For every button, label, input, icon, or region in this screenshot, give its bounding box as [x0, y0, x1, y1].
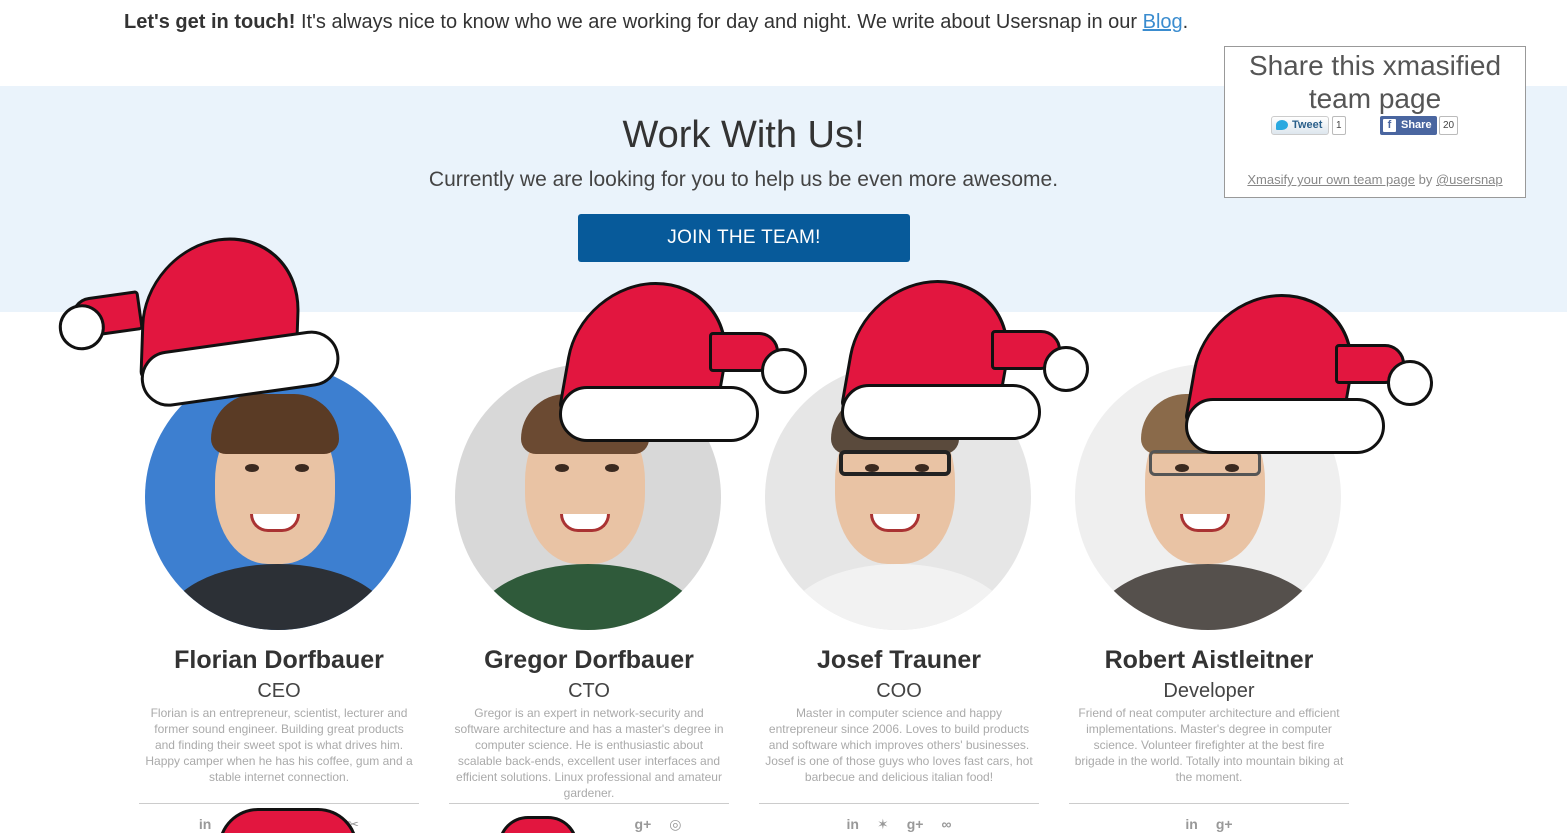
member-role: CEO: [257, 680, 301, 702]
linkedin-icon[interactable]: in: [847, 816, 859, 833]
github-icon[interactable]: ◎: [669, 816, 681, 833]
member-name: Josef Trauner: [817, 646, 981, 674]
contact-intro: Let's get in touch! It's always nice to …: [124, 11, 1188, 34]
team-card: Robert Aistleitner Developer Friend of n…: [1069, 250, 1433, 833]
member-name: Gregor Dorfbauer: [484, 646, 694, 674]
intro-text: It's always nice to know who we are work…: [295, 11, 1143, 33]
blog-link[interactable]: Blog: [1143, 11, 1183, 33]
social-links: in g+: [1069, 816, 1349, 832]
member-bio: Master in computer science and happy ent…: [765, 706, 1033, 784]
card-divider: [759, 803, 1039, 804]
member-role: COO: [876, 680, 922, 702]
google-plus-icon[interactable]: g+: [907, 816, 924, 833]
intro-heading: Let's get in touch!: [124, 11, 296, 33]
intro-end: .: [1182, 11, 1189, 33]
fb-share-count: 20: [1439, 116, 1459, 135]
tweet-count: 1: [1332, 116, 1346, 135]
member-bio: Gregor is an expert in network-security …: [454, 706, 724, 800]
member-role: Developer: [1163, 680, 1255, 702]
share-title: Share this xmasified team page: [1248, 50, 1502, 114]
linkedin-icon[interactable]: in: [199, 816, 211, 833]
xmasify-link[interactable]: Xmasify your own team page: [1247, 172, 1415, 187]
member-role: CTO: [568, 680, 610, 702]
fb-share-label: Share: [1401, 119, 1432, 131]
social-links: in ✶ g+ ∞: [759, 816, 1039, 833]
website-link-icon[interactable]: ∞: [941, 816, 951, 833]
twitter-icon[interactable]: ✶: [877, 816, 889, 833]
team-card: Josef Trauner COO Master in computer sci…: [759, 250, 1089, 833]
share-box: Share this xmasified team page Tweet 1 f…: [1224, 46, 1526, 198]
member-bio: Florian is an entrepreneur, scientist, l…: [145, 706, 413, 784]
facebook-icon: f: [1383, 119, 1396, 132]
team-card: Florian Dorfbauer CEO Florian is an entr…: [55, 226, 419, 833]
member-name: Florian Dorfbauer: [174, 646, 384, 674]
twitter-bird-icon: [1276, 120, 1288, 130]
tweet-button[interactable]: Tweet: [1271, 116, 1330, 135]
card-divider: [449, 803, 729, 804]
linkedin-icon[interactable]: in: [1185, 816, 1197, 832]
google-plus-icon[interactable]: g+: [635, 816, 652, 833]
usersnap-handle-link[interactable]: @usersnap: [1436, 172, 1503, 187]
share-footer: Xmasify your own team page by @usersnap: [1225, 172, 1525, 187]
tweet-label: Tweet: [1292, 119, 1323, 131]
social-links: g+ ◎: [449, 816, 729, 833]
member-name: Robert Aistleitner: [1104, 646, 1314, 674]
share-by-text: by: [1414, 172, 1436, 187]
card-divider: [1069, 803, 1349, 804]
facebook-share-button[interactable]: f Share: [1380, 116, 1437, 135]
member-bio: Friend of neat computer architecture and…: [1074, 706, 1344, 784]
google-plus-icon[interactable]: g+: [1216, 816, 1233, 832]
card-divider: [139, 803, 419, 804]
team-card: Gregor Dorfbauer CTO Gregor is an expert…: [449, 250, 807, 833]
